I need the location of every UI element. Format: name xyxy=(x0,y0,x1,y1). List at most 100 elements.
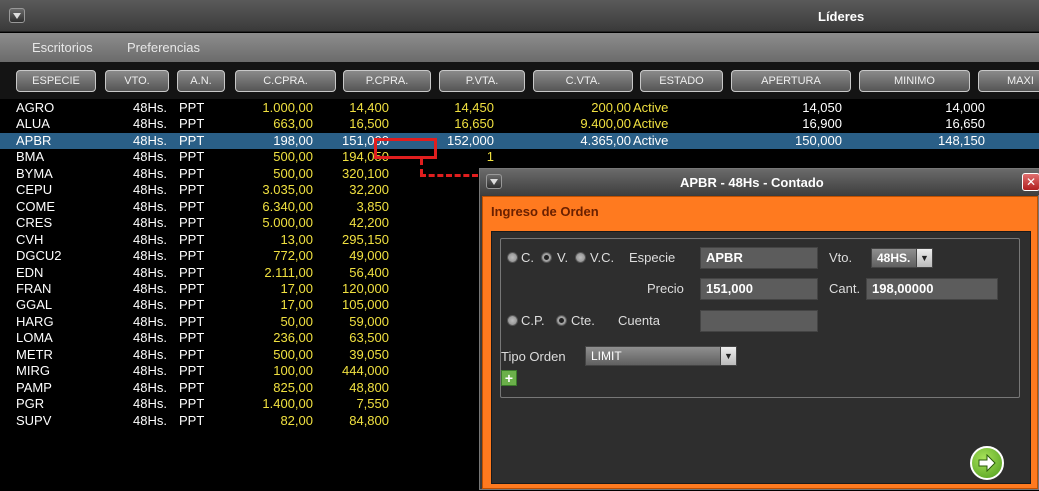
cell-vto: 48Hs. xyxy=(133,264,167,280)
cell-pcpra: 63,500 xyxy=(349,330,389,346)
cell-vto: 48Hs. xyxy=(133,379,167,395)
table-row[interactable]: BMA 48Hs. PPT 500,00 194,050 1 xyxy=(0,149,1039,165)
highlight-box xyxy=(374,138,437,159)
cell-an: PPT xyxy=(179,363,205,379)
chevron-down-icon xyxy=(13,12,21,19)
menu-escritorios[interactable]: Escritorios xyxy=(32,40,93,55)
cell-pcpra: 105,000 xyxy=(342,297,389,313)
cell-ccpra: 100,00 xyxy=(273,363,313,379)
header-pcpra[interactable]: P.CPRA. xyxy=(343,70,431,92)
cell-especie: BMA xyxy=(16,149,45,165)
cell-especie: ALUA xyxy=(16,116,50,132)
cell-especie: DGCU2 xyxy=(16,248,62,264)
dialog-close-button[interactable]: ✕ xyxy=(1022,173,1039,191)
cell-pcpra: 120,000 xyxy=(342,280,389,296)
header-an[interactable]: A.N. xyxy=(177,70,225,92)
radio-venta[interactable] xyxy=(541,252,552,263)
precio-field[interactable]: 151,000 xyxy=(700,278,818,300)
cell-cvta: 200,00 xyxy=(591,100,631,115)
header-maximo[interactable]: MAXI xyxy=(978,70,1039,92)
plus-icon: + xyxy=(504,370,514,386)
cell-pcpra: 48,800 xyxy=(349,379,389,395)
cell-vto: 48Hs. xyxy=(133,330,167,346)
section-title: Ingreso de Orden xyxy=(491,204,599,219)
submit-order-button[interactable] xyxy=(970,446,1004,480)
cell-pcpra: 320,100 xyxy=(342,165,389,181)
cell-vto: 48Hs. xyxy=(133,165,167,181)
header-vto[interactable]: VTO. xyxy=(105,70,169,92)
cell-pvta: 14,450 xyxy=(454,100,494,115)
header-minimo[interactable]: MINIMO xyxy=(859,70,970,92)
menu-preferencias[interactable]: Preferencias xyxy=(127,40,200,55)
cell-estado: Active xyxy=(633,116,669,132)
arrow-right-icon xyxy=(978,454,996,472)
cell-vto: 48Hs. xyxy=(133,297,167,313)
radio-cp[interactable] xyxy=(507,315,518,326)
cell-ccpra: 82,00 xyxy=(280,412,313,428)
header-apertura[interactable]: APERTURA xyxy=(731,70,851,92)
cell-an: PPT xyxy=(179,165,205,181)
header-cvta[interactable]: C.VTA. xyxy=(533,70,633,92)
header-pvta[interactable]: P.VTA. xyxy=(439,70,525,92)
cell-apertura: 16,900 xyxy=(802,116,842,132)
header-ccpra[interactable]: C.CPRA. xyxy=(235,70,336,92)
cell-ccpra: 17,00 xyxy=(280,280,313,296)
radio-compra[interactable] xyxy=(507,252,518,263)
cell-minimo: 148,150 xyxy=(938,132,985,148)
cell-apertura: 150,000 xyxy=(795,132,842,148)
cell-an: PPT xyxy=(179,379,205,395)
vto-select-value: 48HS. xyxy=(877,251,911,265)
cell-especie: SUPV xyxy=(16,412,52,428)
cell-especie: CRES xyxy=(16,215,53,231)
table-row[interactable]: APBR 48Hs. PPT 198,00 151,000 152,000 4.365,00… xyxy=(0,132,1039,149)
cell-especie: HARG xyxy=(16,313,54,329)
cell-pcpra: 42,200 xyxy=(349,215,389,231)
cell-vto: 48Hs. xyxy=(133,132,167,148)
cell-especie: BYMA xyxy=(16,165,53,181)
cuenta-field[interactable] xyxy=(700,310,818,332)
cell-pcpra: 49,000 xyxy=(349,248,389,264)
cell-vto: 48Hs. xyxy=(133,182,167,198)
cell-pcpra: 14,400 xyxy=(349,100,389,115)
especie-field[interactable]: APBR xyxy=(700,247,818,269)
cell-ccpra: 772,00 xyxy=(273,248,313,264)
connector-line xyxy=(420,174,478,177)
cell-especie: GGAL xyxy=(16,297,53,313)
table-row[interactable]: AGRO 48Hs. PPT 1.000,00 14,400 14,450 200,00 Ac… xyxy=(0,100,1039,116)
dialog-menu-button[interactable] xyxy=(486,174,502,189)
header-especie[interactable]: ESPECIE xyxy=(16,70,96,92)
cell-an: PPT xyxy=(179,100,205,115)
order-panel: Ingreso de Orden C. V. V.C. Especie APBR… xyxy=(482,196,1038,489)
cell-vto: 48Hs. xyxy=(133,231,167,247)
cell-an: PPT xyxy=(179,248,205,264)
cell-ccpra: 50,00 xyxy=(280,313,313,329)
add-button[interactable]: + xyxy=(501,370,517,386)
header-estado[interactable]: ESTADO xyxy=(640,70,723,92)
cell-pvta: 1 xyxy=(486,149,494,165)
cell-vto: 48Hs. xyxy=(133,100,167,115)
vto-label: Vto. xyxy=(829,250,853,265)
radio-venta-corta[interactable] xyxy=(575,252,586,263)
cell-cvta: 9.400,00 xyxy=(580,116,631,132)
cell-ccpra: 6.340,00 xyxy=(262,198,313,214)
cell-an: PPT xyxy=(179,215,205,231)
cell-an: PPT xyxy=(179,330,205,346)
radio-cte[interactable] xyxy=(556,315,567,326)
window-menu-button[interactable] xyxy=(9,8,25,23)
vto-select[interactable]: 48HS. ▼ xyxy=(871,248,933,268)
cantidad-field[interactable]: 198,00000 xyxy=(866,278,998,300)
cell-minimo: 14,000 xyxy=(945,100,985,115)
order-dialog: APBR - 48Hs - Contado ✕ Ingreso de Orden… xyxy=(479,168,1039,490)
cell-especie: PGR xyxy=(16,396,45,412)
cell-especie: CEPU xyxy=(16,182,53,198)
cell-apertura: 14,050 xyxy=(802,100,842,115)
cell-ccpra: 2.111,00 xyxy=(264,264,313,280)
cell-an: PPT xyxy=(179,132,205,148)
cell-an: PPT xyxy=(179,116,205,132)
close-icon: ✕ xyxy=(1025,175,1037,189)
cell-especie: AGRO xyxy=(16,100,55,115)
tipo-orden-select[interactable]: LIMIT ▼ xyxy=(585,346,737,366)
table-row[interactable]: ALUA 48Hs. PPT 663,00 16,500 16,650 9.400,00 Ac… xyxy=(0,116,1039,132)
cell-vto: 48Hs. xyxy=(133,149,167,165)
cell-pcpra: 32,200 xyxy=(349,182,389,198)
